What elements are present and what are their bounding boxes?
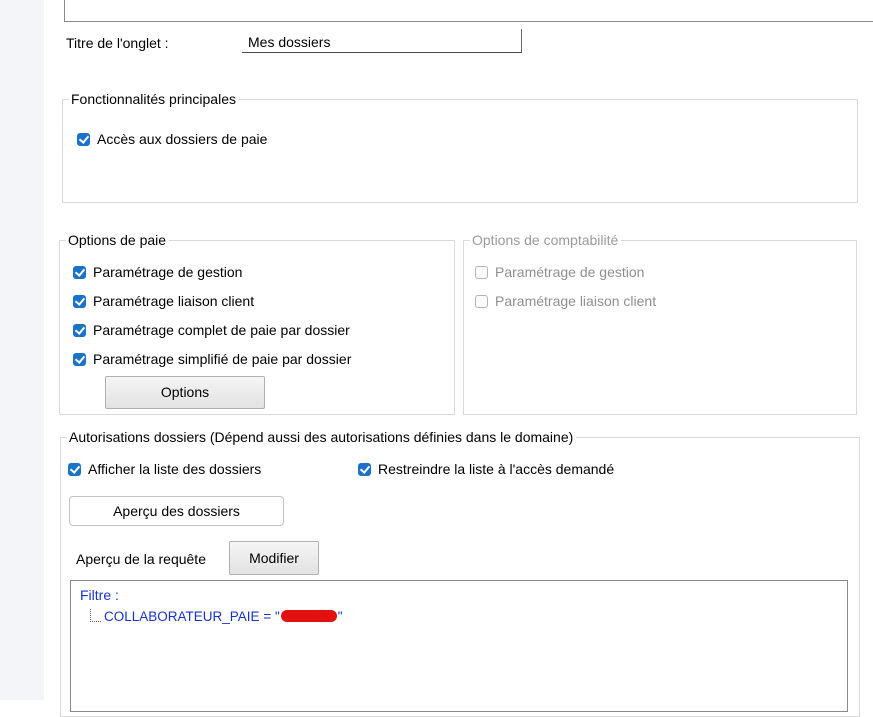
filter-field: COLLABORATEUR_PAIE <box>104 609 260 624</box>
checkbox-checked-icon <box>73 353 86 366</box>
main-features-legend: Fonctionnalités principales <box>69 91 239 107</box>
restrict-list-label: Restreindre la liste à l'accès demandé <box>378 461 615 477</box>
show-folder-list-checkbox[interactable]: Afficher la liste des dossiers <box>68 461 261 477</box>
accounting-option-management-label: Paramétrage de gestion <box>495 264 645 280</box>
payroll-option-complete[interactable]: Paramétrage complet de paie par dossier <box>73 322 350 338</box>
filter-condition: COLLABORATEUR_PAIE = " " <box>104 609 343 625</box>
checkbox-checked-icon <box>77 133 90 146</box>
payroll-option-complete-label: Paramétrage complet de paie par dossier <box>93 322 350 338</box>
payroll-options-group: Options de paie Paramétrage de gestion P… <box>59 232 455 415</box>
checkbox-unchecked-icon <box>475 295 488 308</box>
payroll-option-simplified[interactable]: Paramétrage simplifié de paie par dossie… <box>73 351 351 367</box>
folder-authorizations-legend: Autorisations dossiers (Dépend aussi des… <box>67 429 577 445</box>
checkbox-checked-icon <box>73 295 86 308</box>
filter-operator: = <box>263 609 272 624</box>
modify-query-button[interactable]: Modifier <box>229 541 319 575</box>
tab-title-input[interactable]: Mes dossiers <box>242 29 522 53</box>
options-button[interactable]: Options <box>105 376 265 409</box>
show-folder-list-label: Afficher la liste des dossiers <box>88 461 262 477</box>
checkbox-checked-icon <box>358 463 371 476</box>
restrict-list-checkbox[interactable]: Restreindre la liste à l'accès demandé <box>358 461 614 477</box>
accounting-option-client-link-label: Paramétrage liaison client <box>495 293 657 309</box>
checkbox-unchecked-icon <box>475 266 488 279</box>
left-panel-strip <box>0 0 44 700</box>
accounting-options-legend: Options de comptabilité <box>470 232 622 248</box>
tab-title-value: Mes dossiers <box>248 34 331 50</box>
filter-tree-node: COLLABORATEUR_PAIE = " " <box>80 603 380 625</box>
payroll-option-management[interactable]: Paramétrage de gestion <box>73 264 242 280</box>
payroll-options-legend: Options de paie <box>66 232 170 248</box>
payroll-option-simplified-label: Paramétrage simplifié de paie par dossie… <box>93 351 352 367</box>
checkbox-checked-icon <box>73 324 86 337</box>
payroll-access-checkbox[interactable]: Accès aux dossiers de paie <box>77 131 267 147</box>
filter-value-close-quote: " <box>337 609 343 624</box>
checkbox-checked-icon <box>68 463 81 476</box>
payroll-option-management-label: Paramétrage de gestion <box>93 264 243 280</box>
payroll-option-client-link-label: Paramétrage liaison client <box>93 293 255 309</box>
accounting-option-management[interactable]: Paramétrage de gestion <box>475 264 644 280</box>
redacted-value <box>280 610 337 622</box>
tab-title-label: Titre de l'onglet : <box>66 35 169 51</box>
checkbox-checked-icon <box>73 266 86 279</box>
main-features-group: Fonctionnalités principales Accès aux do… <box>62 91 858 203</box>
folder-preview-button[interactable]: Aperçu des dossiers <box>69 496 284 526</box>
accounting-options-group: Options de comptabilité Paramétrage de g… <box>463 232 857 415</box>
accounting-option-client-link[interactable]: Paramétrage liaison client <box>475 293 656 309</box>
payroll-option-client-link[interactable]: Paramétrage liaison client <box>73 293 254 309</box>
tree-connector-icon <box>90 609 101 622</box>
query-preview-box: Filtre : COLLABORATEUR_PAIE = " " <box>70 580 848 712</box>
top-text-area[interactable] <box>64 0 873 22</box>
filter-value-open-quote: " <box>274 609 280 624</box>
filter-title: Filtre : <box>80 587 119 603</box>
query-preview-label: Aperçu de la requête <box>76 551 206 567</box>
payroll-access-label: Accès aux dossiers de paie <box>97 131 268 147</box>
